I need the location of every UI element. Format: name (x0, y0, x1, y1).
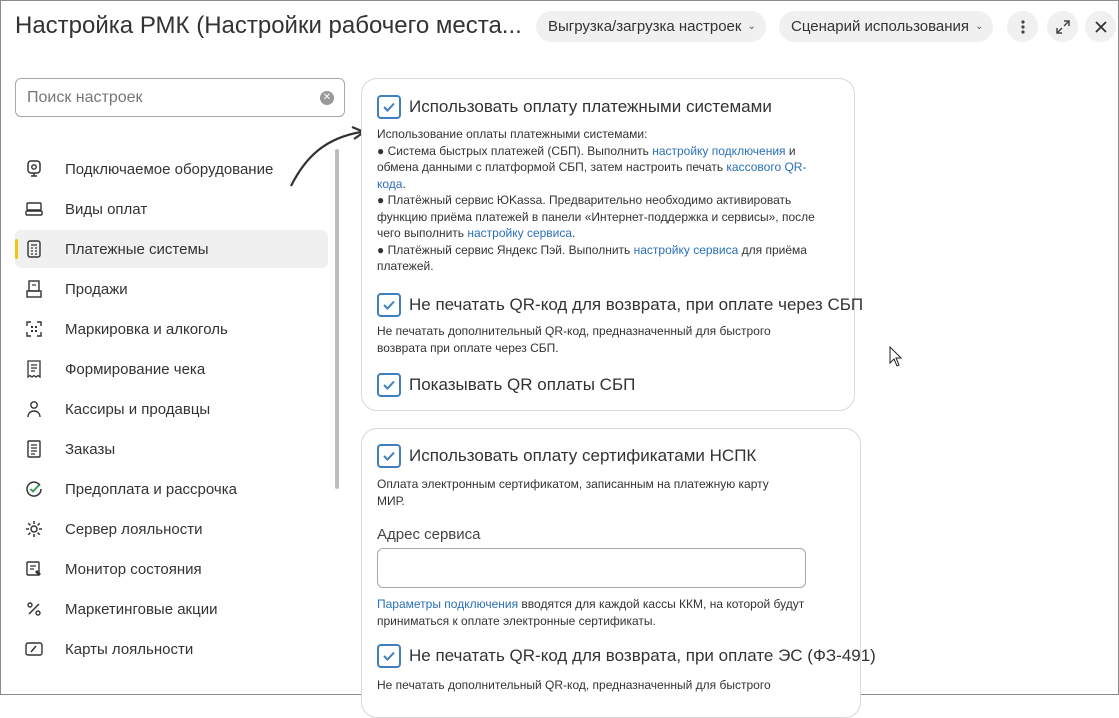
nspk-description: Оплата электронным сертификатом, записан… (377, 477, 769, 508)
checkmark-icon (383, 380, 395, 390)
nspk-certificates-card: Использовать оплату сертификатами НСПК О… (361, 428, 876, 718)
sidebar-item-monitor[interactable]: Монитор состояния (15, 550, 328, 588)
no-qr-return-checkbox-row[interactable]: Не печатать QR-код для возврата, при опл… (377, 293, 863, 317)
loyalty-server-icon (25, 520, 43, 538)
usage-scenario-button[interactable]: Сценарий использования ⌄ (779, 11, 994, 42)
use-nspk-checkbox[interactable] (377, 444, 401, 468)
equipment-icon (25, 160, 43, 178)
payment-systems-description: Использование оплаты платежными системам… (377, 127, 815, 273)
sidebar-item-payment-types[interactable]: Виды оплат (15, 190, 328, 228)
sidebar-item-receipt[interactable]: Формирование чека (15, 350, 328, 388)
sidebar-item-loyalty-server[interactable]: Сервер лояльности (15, 510, 328, 548)
yookassa-settings-link[interactable]: настройку сервиса (467, 226, 572, 240)
search-placeholder: Поиск настроек (27, 88, 143, 106)
payment-systems-card: Использовать оплату платежными системами… (361, 78, 863, 411)
checkmark-icon (383, 451, 395, 461)
yandex-pay-settings-link[interactable]: настройку сервиса (634, 243, 739, 257)
sidebar-item-prepayment[interactable]: Предоплата и рассрочка (15, 470, 328, 508)
sidebar-item-marking[interactable]: Маркировка и алкоголь (15, 310, 328, 348)
checkmark-icon (383, 102, 395, 112)
export-import-settings-button[interactable]: Выгрузка/загрузка настроек ⌄ (536, 11, 766, 42)
loyalty-card-icon (25, 640, 43, 658)
expand-button[interactable] (1047, 11, 1078, 42)
close-button[interactable] (1085, 11, 1116, 42)
sidebar-item-payment-systems[interactable]: Платежные системы (15, 230, 328, 268)
sidebar-item-orders[interactable]: Заказы (15, 430, 328, 468)
no-qr-return-description: Не печатать дополнительный QR-код, предн… (377, 324, 771, 355)
sidebar-item-loyalty-cards[interactable]: Карты лояльности (15, 630, 328, 668)
sales-icon (25, 280, 43, 298)
chevron-down-icon: ⌄ (747, 21, 756, 32)
close-icon (1094, 20, 1107, 33)
service-address-input[interactable] (377, 548, 806, 588)
sidebar-item-sales[interactable]: Продажи (15, 270, 328, 308)
export-import-label: Выгрузка/загрузка настроек (548, 18, 742, 35)
service-address-label: Адрес сервиса (377, 526, 481, 543)
no-qr-return-checkbox[interactable] (377, 293, 401, 317)
no-qr-es-checkbox[interactable] (377, 644, 401, 668)
sidebar-item-equipment[interactable]: Подключаемое оборудование (15, 150, 328, 188)
no-qr-es-checkbox-row[interactable]: Не печатать QR-код для возврата, при опл… (377, 644, 876, 668)
show-qr-checkbox[interactable] (377, 373, 401, 397)
show-qr-checkbox-row[interactable]: Показывать QR оплаты СБП (377, 373, 635, 397)
checkmark-icon (383, 300, 395, 310)
sidebar-item-marketing[interactable]: Маркетинговые акции (15, 590, 328, 628)
cashiers-icon (25, 400, 43, 418)
use-payment-systems-checkbox[interactable] (377, 95, 401, 119)
percent-icon (25, 600, 43, 618)
chevron-down-icon: ⌄ (975, 21, 984, 32)
connection-params-note: Параметры подключения вводятся для каждо… (377, 597, 805, 628)
payment-systems-icon (25, 240, 43, 258)
sidebar-scrollbar[interactable] (335, 149, 339, 489)
monitor-icon (25, 560, 43, 578)
usage-scenario-label: Сценарий использования (791, 18, 970, 35)
payment-types-icon (25, 200, 43, 218)
connection-params-link[interactable]: Параметры подключения (377, 597, 518, 611)
sbp-connection-settings-link[interactable]: настройку подключения (652, 144, 785, 158)
mouse-cursor-icon (889, 346, 903, 367)
clear-search-icon[interactable]: ✕ (320, 91, 334, 105)
use-nspk-checkbox-row[interactable]: Использовать оплату сертификатами НСПК (377, 444, 756, 468)
receipt-icon (25, 360, 43, 378)
use-payment-systems-checkbox-row[interactable]: Использовать оплату платежными системами (377, 95, 772, 119)
more-vertical-icon (1020, 19, 1025, 34)
search-input[interactable]: Поиск настроек ✕ (15, 78, 345, 117)
more-menu-button[interactable] (1007, 11, 1038, 42)
orders-icon (25, 440, 43, 458)
expand-icon (1055, 19, 1070, 34)
checkmark-icon (383, 651, 395, 661)
no-qr-es-description: Не печатать дополнительный QR-код, предн… (377, 678, 771, 692)
prepayment-icon (25, 480, 43, 498)
sidebar-item-cashiers[interactable]: Кассиры и продавцы (15, 390, 328, 428)
marking-icon (25, 320, 43, 338)
page-title: Настройка РМК (Настройки рабочего места.… (15, 12, 522, 39)
